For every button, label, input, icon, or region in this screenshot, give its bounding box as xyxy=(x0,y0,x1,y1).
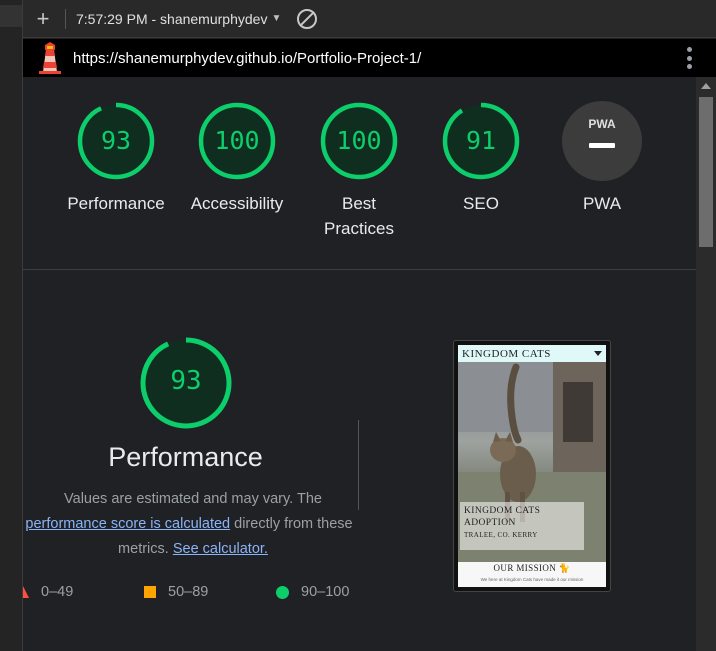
performance-gauge-large: 93 xyxy=(139,336,233,430)
desc-line-1: Values are estimated and may vary. The xyxy=(64,491,322,507)
report-selector[interactable]: 7:57:29 PM - shanemurphydev ▼ xyxy=(76,11,281,27)
toolbar-separator xyxy=(65,8,66,29)
vertical-scrollbar[interactable] xyxy=(696,77,716,651)
vertical-separator xyxy=(358,420,359,510)
gauge-seo[interactable]: 91 SEO xyxy=(428,101,534,216)
pwa-badge-icon xyxy=(562,101,642,181)
thumb-caption-line1: KINGDOM CATS xyxy=(464,506,541,516)
thumb-site-title: KINGDOM CATS xyxy=(462,347,551,360)
cat-photo: KINGDOM CATS ADOPTION TRALEE, CO. KERRY xyxy=(458,362,606,562)
clear-all-icon[interactable] xyxy=(297,8,318,29)
gauge-score: 100 xyxy=(214,126,260,155)
devtools-left-gutter xyxy=(0,0,23,651)
triangle-icon xyxy=(23,586,29,598)
legend-average-label: 50–89 xyxy=(168,584,209,600)
desc-line-3-text: metrics. xyxy=(118,541,169,557)
dropdown-arrow-icon xyxy=(594,351,602,356)
legend-pass: 90–100 xyxy=(276,584,349,600)
circle-icon xyxy=(276,585,289,599)
gauge-pwa[interactable]: PWA PWA xyxy=(549,101,655,216)
gauge-label-line: Best xyxy=(341,194,377,213)
legend-average: 50–89 xyxy=(144,584,208,600)
see-calculator-link[interactable]: See calculator. xyxy=(173,541,268,557)
gauge-label: SEO xyxy=(463,194,499,213)
square-icon xyxy=(144,586,156,598)
thumb-site-header: KINGDOM CATS xyxy=(458,345,606,362)
legend-fail-label: 0–49 xyxy=(41,584,74,600)
new-report-button[interactable]: + xyxy=(29,5,57,33)
desc-line-2-text: directly from these xyxy=(234,516,353,532)
gauge-score: 93 xyxy=(100,126,132,155)
thumb-hero-caption: KINGDOM CATS ADOPTION TRALEE, CO. KERRY xyxy=(460,502,584,550)
final-screenshot[interactable]: KINGDOM CATS KINGDOM CATS ADOPTION TRALE… xyxy=(453,340,611,592)
pwa-badge-text: PWA xyxy=(588,117,616,131)
caret-down-icon: ▼ xyxy=(271,13,282,24)
performance-description: Values are estimated and may vary. The p… xyxy=(23,487,363,562)
screenshot-content: KINGDOM CATS KINGDOM CATS ADOPTION TRALE… xyxy=(458,345,606,587)
gauge-label: Best Practices xyxy=(306,191,412,241)
scrollbar-thumb[interactable] xyxy=(699,97,713,247)
section-divider xyxy=(23,269,696,270)
lighthouse-toolbar: + 7:57:29 PM - shanemurphydev ▼ xyxy=(23,0,716,38)
report-url[interactable]: https://shanemurphydev.github.io/Portfol… xyxy=(73,50,421,67)
report-url-bar: https://shanemurphydev.github.io/Portfol… xyxy=(23,39,716,77)
performance-title: Performance xyxy=(108,442,263,472)
report-selector-label: 7:57:29 PM - shanemurphydev xyxy=(76,10,268,27)
panel-stub xyxy=(0,5,22,27)
thumb-caption-line3: TRALEE, CO. KERRY xyxy=(464,531,538,539)
performance-score: 93 xyxy=(170,366,202,396)
legend-fail: 0–49 xyxy=(23,584,73,600)
gauge-best-practices[interactable]: 100 Best Practices xyxy=(306,101,412,241)
lighthouse-report: 93 Performance 100 Accessibility 100 Bes… xyxy=(23,77,696,651)
gauge-score: 100 xyxy=(336,126,382,155)
gauge-performance[interactable]: 93 Performance xyxy=(63,101,169,216)
gauge-label: PWA xyxy=(582,194,622,213)
gauge-label: Accessibility xyxy=(190,194,284,213)
score-calculated-link[interactable]: performance score is calculated xyxy=(25,516,230,532)
thumb-mission-heading: OUR MISSION 🐈 xyxy=(458,563,606,574)
thumb-mission-title: OUR MISSION xyxy=(493,563,557,573)
lighthouse-logo-icon xyxy=(37,42,63,74)
thumb-mission-text: We here at Kingdom Cats have made it our… xyxy=(480,577,584,582)
gauge-score: 91 xyxy=(465,126,497,155)
scroll-up-arrow-icon[interactable] xyxy=(701,83,711,89)
more-options-icon[interactable] xyxy=(686,47,692,69)
thumb-caption-line2: ADOPTION xyxy=(464,518,516,528)
gauge-label: Performance xyxy=(67,194,165,213)
gauge-label-line: Practices xyxy=(324,219,394,238)
gauge-accessibility[interactable]: 100 Accessibility xyxy=(179,101,295,216)
paw-icon: 🐈 xyxy=(558,563,571,573)
legend-pass-label: 90–100 xyxy=(301,584,350,600)
